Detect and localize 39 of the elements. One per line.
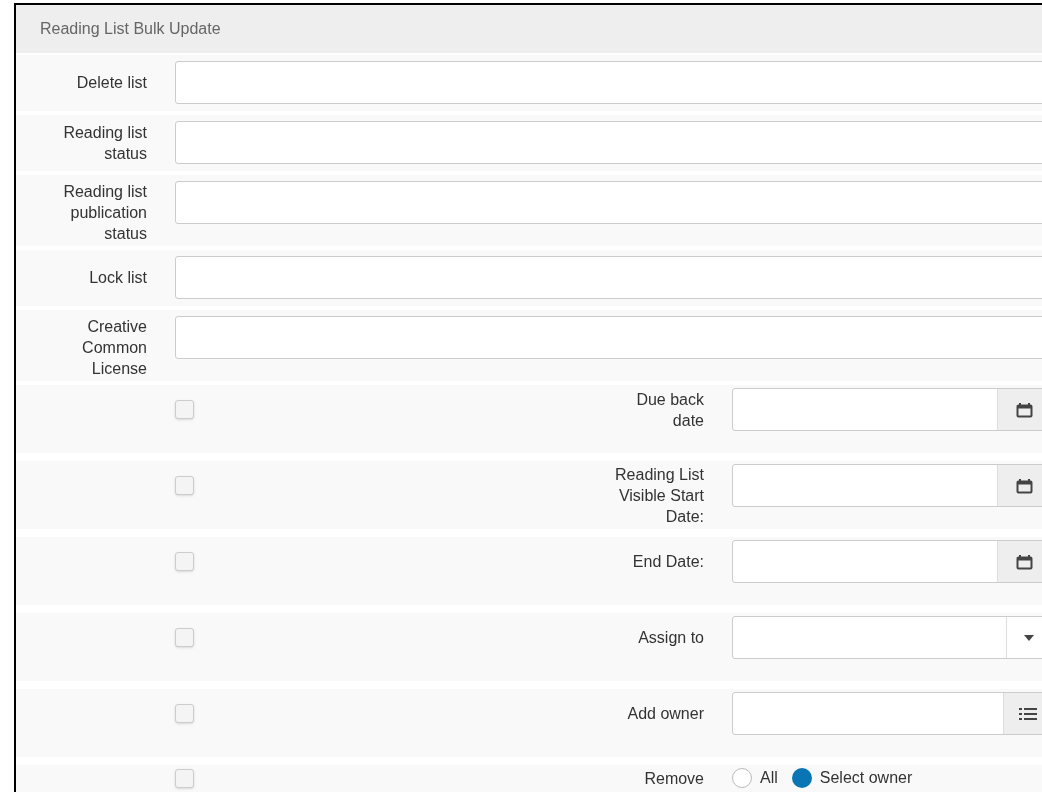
option-label: End Date: — [631, 552, 704, 572]
input-field[interactable] — [732, 464, 1042, 507]
radio-option[interactable]: Select owner — [791, 768, 913, 788]
input-field[interactable] — [175, 181, 1042, 224]
calendar-icon — [1016, 477, 1033, 494]
checkbox[interactable] — [175, 476, 194, 495]
calendar-button[interactable] — [997, 541, 1042, 582]
radio-option[interactable]: All — [732, 768, 778, 788]
option-label: Due back date — [635, 389, 704, 431]
list-icon — [1018, 706, 1037, 721]
option-label: Add owner — [626, 704, 704, 724]
input-field[interactable] — [175, 61, 1042, 104]
option-label: Reading List Visible Start Date: — [614, 465, 704, 527]
field-label: Delete list — [75, 73, 147, 93]
input-field[interactable] — [175, 316, 1042, 359]
list-button[interactable] — [1003, 693, 1042, 734]
caret-icon — [1024, 634, 1034, 641]
calendar-button[interactable] — [997, 465, 1042, 506]
input-field[interactable] — [732, 388, 1042, 431]
option-label: Remove — [643, 769, 704, 789]
field-label: Creative Common License — [81, 317, 147, 379]
calendar-icon — [1016, 401, 1033, 418]
input-field[interactable] — [732, 692, 1042, 735]
calendar-icon — [1016, 553, 1033, 570]
input-field[interactable] — [175, 256, 1042, 299]
checkbox[interactable] — [175, 769, 194, 788]
checkbox[interactable] — [175, 704, 194, 723]
input-field[interactable] — [732, 616, 1042, 659]
input-field[interactable] — [175, 121, 1042, 164]
field-label: Reading list publication status — [62, 182, 147, 244]
checkbox[interactable] — [175, 552, 194, 571]
option-label: Assign to — [637, 628, 704, 648]
calendar-button[interactable] — [997, 389, 1042, 430]
input-field[interactable] — [732, 540, 1042, 583]
checkbox[interactable] — [175, 628, 194, 647]
field-label: Lock list — [88, 268, 147, 288]
panel-title: Reading List Bulk Update — [16, 5, 1042, 53]
checkbox[interactable] — [175, 400, 194, 419]
field-label: Reading list status — [62, 122, 147, 164]
